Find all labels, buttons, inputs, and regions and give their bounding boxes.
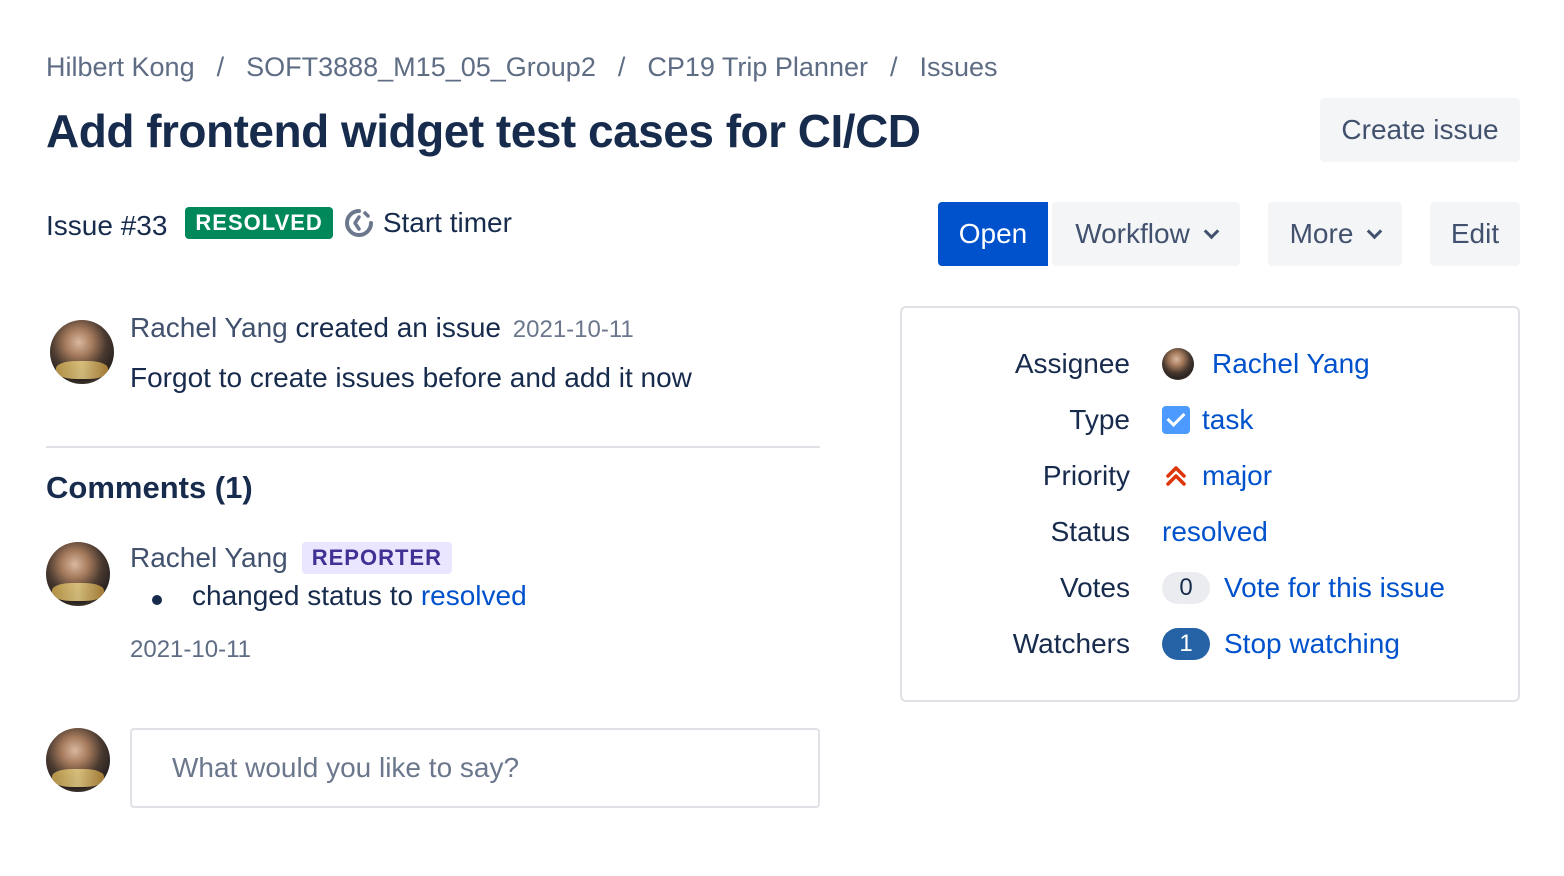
avatar [46,728,110,792]
votes-value: 0 Vote for this issue [1162,572,1445,604]
activity-line: Rachel Yang created an issue 2021-10-11 [130,312,692,344]
watchers-value: 1 Stop watching [1162,628,1400,660]
timer-icon[interactable] [343,207,375,239]
type-value: task [1162,404,1253,436]
divider [46,446,820,448]
activity-author[interactable]: Rachel Yang [130,312,288,343]
issue-details-panel: Assignee Rachel Yang Type task Priority … [900,306,1520,702]
status-value: resolved [1162,516,1268,548]
chevron-down-icon [1367,223,1383,239]
watchers-count-badge: 1 [1162,628,1210,660]
breadcrumb-item-user[interactable]: Hilbert Kong [46,52,195,83]
reporter-badge: REPORTER [301,542,452,574]
vote-link[interactable]: Vote for this issue [1224,572,1445,604]
status-link[interactable]: resolved [1162,516,1268,548]
edit-button[interactable]: Edit [1430,202,1520,266]
assignee-link[interactable]: Rachel Yang [1212,348,1370,380]
assignee-label: Assignee [1014,348,1130,379]
status-link[interactable]: resolved [421,580,527,611]
avatar [50,320,114,384]
chevron-down-icon [1203,223,1220,239]
page-title: Add frontend widget test cases for CI/CD [46,105,921,157]
status-lozenge: RESOLVED [185,207,333,239]
priority-major-icon [1166,466,1186,486]
workflow-label: Workflow [1075,218,1190,249]
status-label: Status [1050,516,1130,547]
breadcrumb: Hilbert Kong / SOFT3888_M15_05_Group2 / … [46,52,998,83]
comment-item: Rachel Yang REPORTER changed status to r… [130,542,527,664]
activity-date: 2021-10-11 [512,316,634,343]
open-button[interactable]: Open [938,202,1048,266]
type-label: Type [1069,404,1130,435]
priority-value: major [1162,460,1272,492]
comment-date: 2021-10-11 [130,636,251,663]
issue-number: Issue #33 [46,210,168,241]
breadcrumb-separator: / [216,52,225,82]
breadcrumb-item-project[interactable]: CP19 Trip Planner [647,52,868,83]
votes-label: Votes [1059,572,1130,603]
workflow-dropdown[interactable]: Workflow [1052,202,1240,266]
breadcrumb-item-issues[interactable]: Issues [920,52,998,83]
watchers-label: Watchers [1012,628,1130,659]
activity-action: created an issue [295,312,501,343]
issue-meta: Issue #33 RESOLVED Start timer [46,204,512,242]
list-item: changed status to resolved [130,580,527,612]
issue-description: Forgot to create issues before and add i… [130,362,692,393]
change-text: changed status to [192,580,414,611]
stop-watching-link[interactable]: Stop watching [1224,628,1400,660]
task-icon [1162,406,1190,434]
issue-activity: Rachel Yang created an issue 2021-10-11 … [130,312,692,394]
type-link[interactable]: task [1202,404,1253,436]
breadcrumb-item-group[interactable]: SOFT3888_M15_05_Group2 [246,52,596,83]
avatar [46,542,110,606]
breadcrumb-separator: / [889,52,898,82]
create-issue-button[interactable]: Create issue [1320,98,1520,162]
avatar [1162,348,1194,380]
breadcrumb-separator: / [617,52,626,82]
more-label: More [1289,218,1354,249]
start-timer-link[interactable]: Start timer [383,207,512,239]
comment-input[interactable] [130,728,820,808]
comment-changes: changed status to resolved [130,580,527,612]
assignee-value: Rachel Yang [1162,348,1370,380]
priority-label: Priority [1042,460,1130,491]
votes-count-badge: 0 [1162,572,1210,604]
more-dropdown[interactable]: More [1268,202,1402,266]
comment-header: Rachel Yang REPORTER [130,542,527,574]
priority-link[interactable]: major [1202,460,1272,492]
comments-heading: Comments (1) [46,470,253,505]
comment-author[interactable]: Rachel Yang [130,542,288,574]
